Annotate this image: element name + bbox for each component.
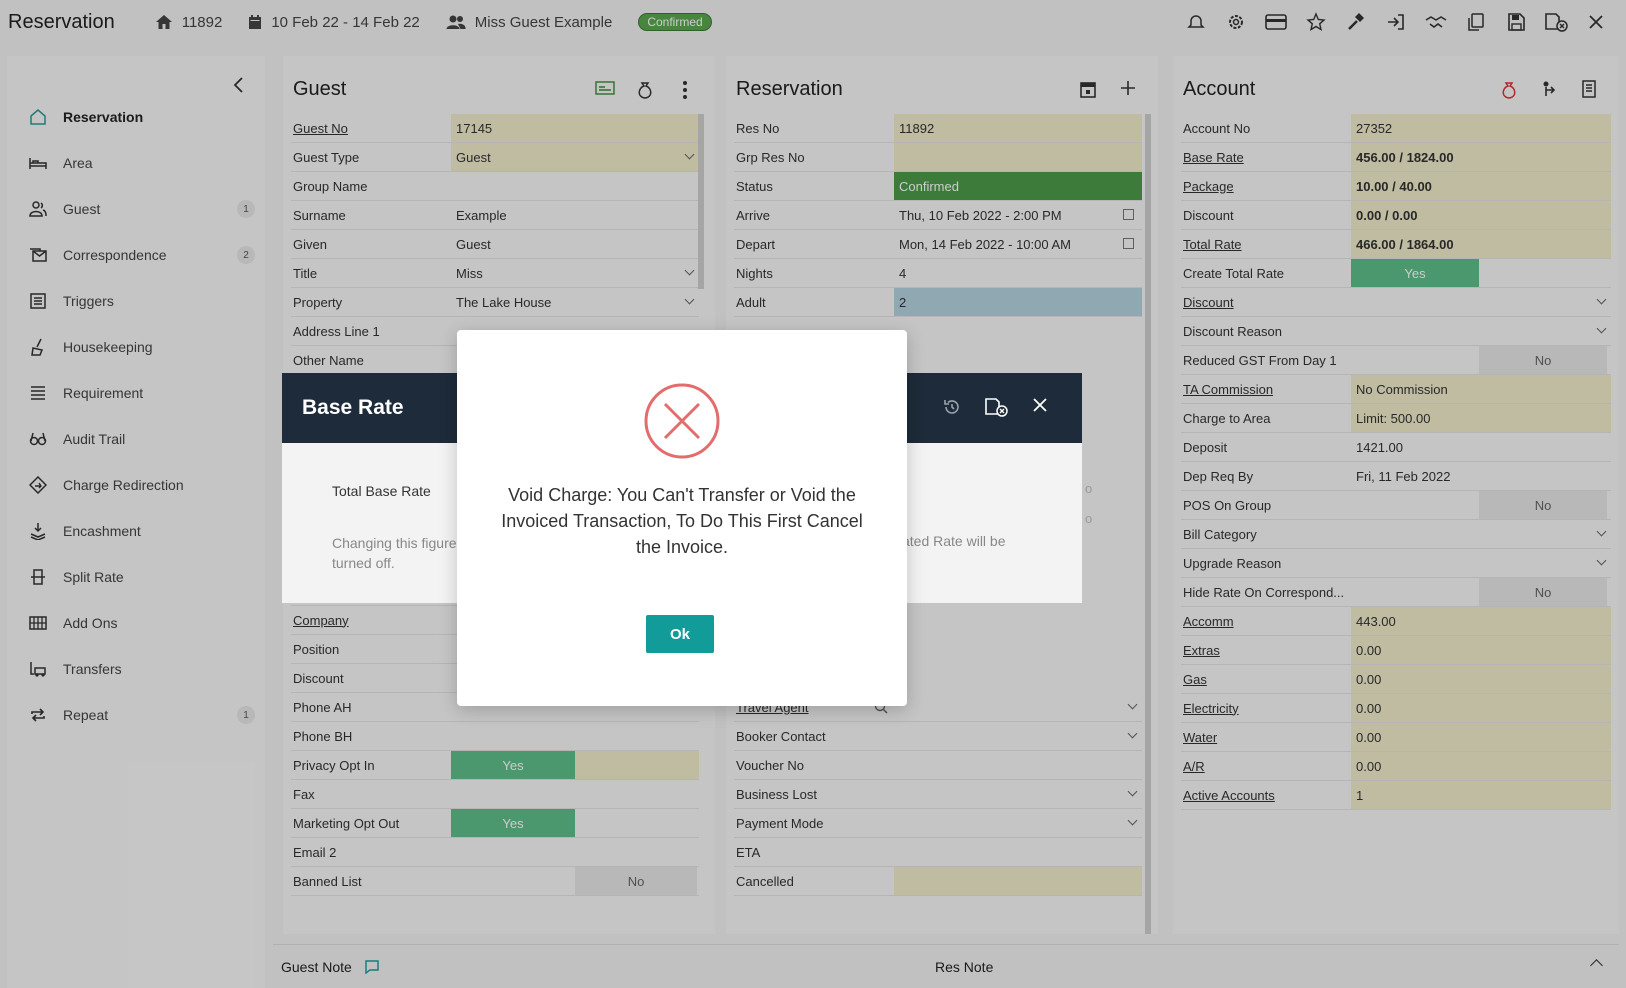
base-rate-note: Changing this figure turned off. [332, 535, 457, 571]
base-rate-actions [930, 397, 1062, 417]
base-rate-note-right: ated Rate will be [902, 533, 1006, 549]
history-icon[interactable] [930, 397, 974, 417]
error-circle-icon [644, 383, 720, 459]
ok-button[interactable]: Ok [646, 615, 714, 653]
partial-text: o [1085, 481, 1093, 496]
error-dialog: Void Charge: You Can't Transfer or Void … [457, 330, 907, 706]
error-message: Void Charge: You Can't Transfer or Void … [501, 485, 863, 557]
close-icon[interactable] [1018, 397, 1062, 417]
total-base-rate-label: Total Base Rate [332, 483, 431, 499]
base-rate-title: Base Rate [302, 396, 404, 419]
save-cancel-icon[interactable] [974, 397, 1018, 417]
partial-text: o [1085, 511, 1093, 526]
